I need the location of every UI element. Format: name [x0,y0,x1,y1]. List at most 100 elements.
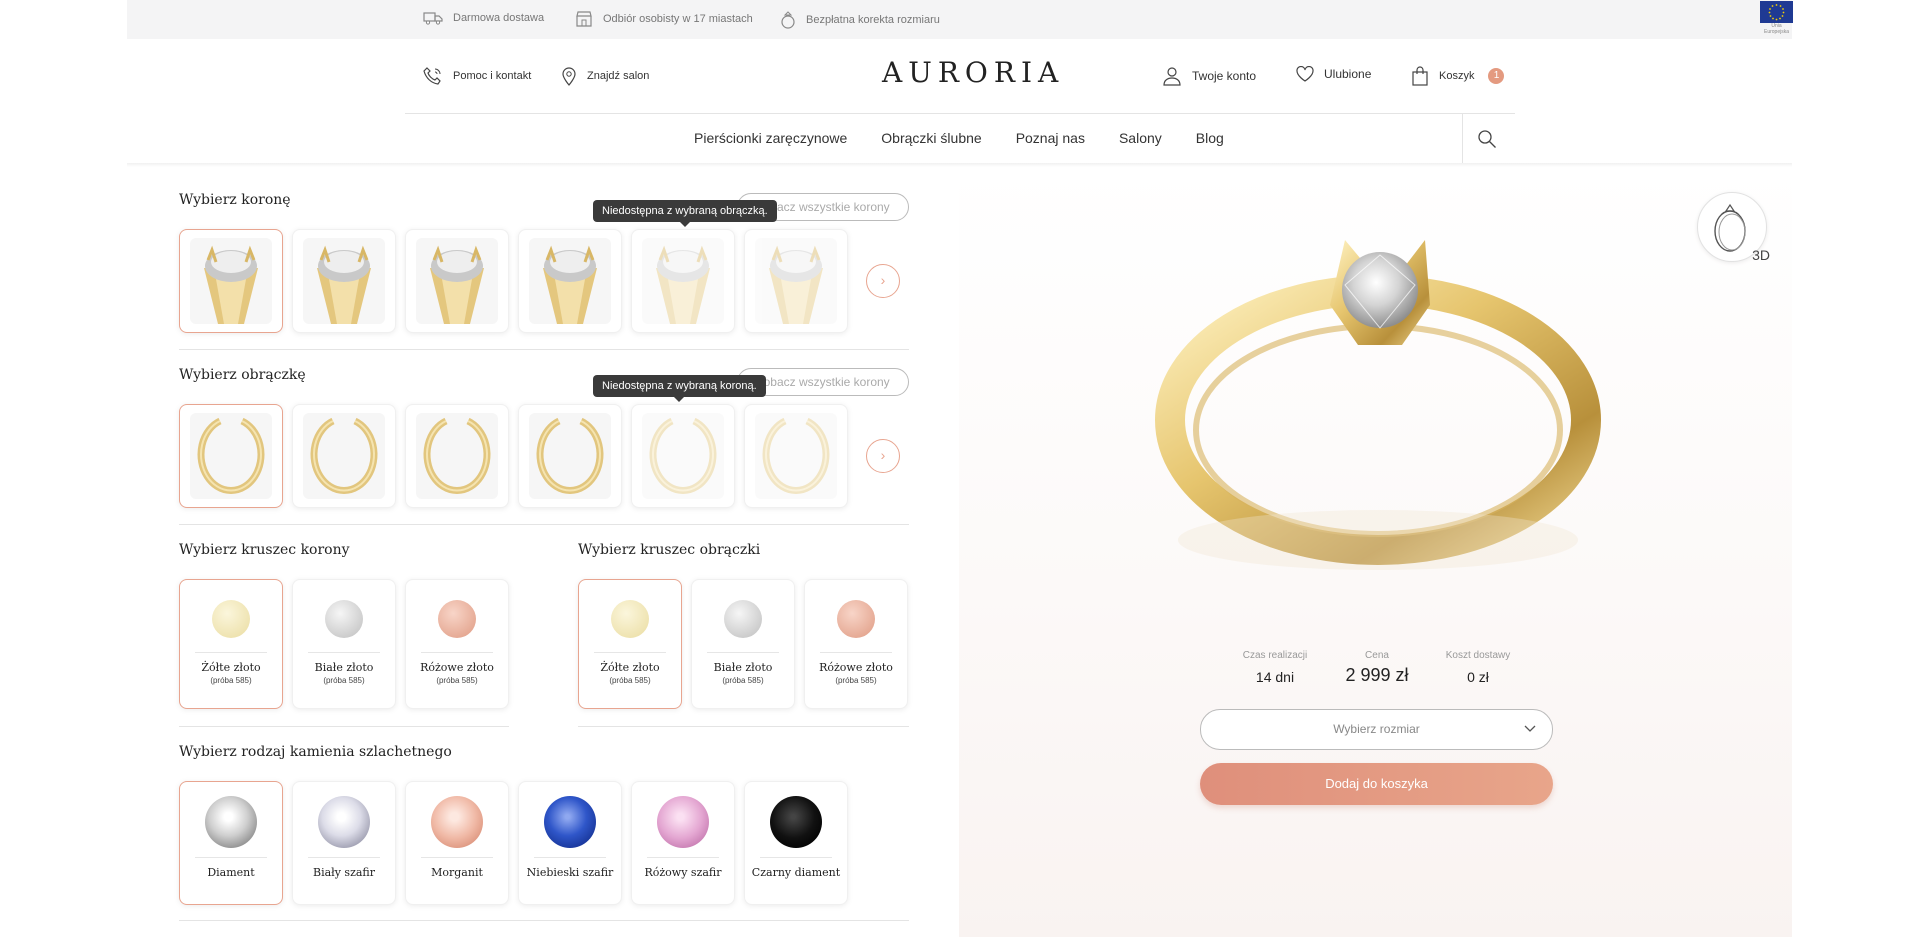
help-contact-link[interactable]: Pomoc i kontakt [423,66,531,86]
map-pin-icon [562,67,576,86]
card-divider [308,652,380,653]
metal-name: Różowe złoto [420,661,494,674]
metal-assay: (próba 585) [609,676,651,685]
metal-assay: (próba 585) [436,676,478,685]
store-icon [576,11,592,27]
crown-section-title: Wybierz koronę [179,192,291,208]
rose-gold-swatch [837,600,875,638]
band-metal-white-gold[interactable]: Białe złoto (próba 585) [691,579,795,709]
stone-diamond[interactable]: Diament [179,781,283,905]
price-label: Cena [1365,650,1389,661]
lead-time-label: Czas realizacji [1242,650,1308,661]
crown-option-1[interactable] [179,229,283,333]
band-next-button[interactable]: › [866,439,900,473]
nav-salons[interactable]: Salony [1119,130,1162,146]
chevron-down-icon [1524,710,1536,765]
nav-wedding-bands[interactable]: Obrączki ślubne [881,130,981,146]
stone-pink-sapphire[interactable]: Różowy szafir [631,781,735,905]
favorites-link[interactable]: Ulubione [1296,66,1371,82]
cart-link[interactable]: Koszyk 1 [1411,66,1505,86]
stone-white-sapphire[interactable]: Biały szafir [292,781,396,905]
crown-option-2[interactable] [292,229,396,333]
band-thumbnail [642,413,724,499]
rose-gold-swatch [438,600,476,638]
header-divider [405,113,1515,114]
crown-thumbnail [416,238,498,324]
shipping-cost: Koszt dostawy 0 zł [1440,650,1516,685]
ring-icon [781,11,795,29]
band-option-5[interactable] [631,404,735,508]
band-metal-title: Wybierz kruszec obrączki [578,542,761,558]
metal-name: Białe złoto [713,661,773,674]
band-thumbnail [755,413,837,499]
view-3d-button[interactable]: 3D [1697,192,1770,263]
band-option-2[interactable] [292,404,396,508]
band-ring-icon [197,417,265,494]
crown-next-button[interactable]: › [866,264,900,298]
band-section-title: Wybierz obrączkę [179,367,306,383]
crown-metal-yellow-gold[interactable]: Żółte złoto (próba 585) [179,579,283,709]
band-option-1[interactable] [179,404,283,508]
card-divider [421,857,493,858]
heart-icon [1296,66,1314,82]
shipping-cost-value: 0 zł [1467,669,1489,685]
eu-flag-icon [1760,1,1793,23]
band-metal-yellow-gold[interactable]: Żółte złoto (próba 585) [578,579,682,709]
metal-name: Różowe złoto [819,661,893,674]
crown-metal-rose-gold[interactable]: Różowe złoto (próba 585) [405,579,509,709]
search-button[interactable] [1477,129,1497,154]
crown-option-4[interactable] [518,229,622,333]
band-option-4[interactable] [518,404,622,508]
add-to-cart-button[interactable]: Dodaj do koszyka [1200,763,1553,805]
size-select[interactable]: Wybierz rozmiar [1200,709,1553,750]
band-metal-rose-gold[interactable]: Różowe złoto (próba 585) [804,579,908,709]
shipping-cost-label: Koszt dostawy [1445,650,1511,661]
white-sapphire-gem-icon [318,796,370,848]
crown-option-5[interactable] [631,229,735,333]
nav-engagement-rings[interactable]: Pierścionki zaręczynowe [694,130,847,146]
nav-blog[interactable]: Blog [1196,130,1224,146]
crown-thumbnail [642,238,724,324]
card-divider [760,857,832,858]
band-thumbnail [416,413,498,499]
crown-setting-icon [656,245,710,324]
price: Cena 2 999 zł [1335,650,1419,686]
topbar-shipping: Darmowa dostawa [423,11,544,25]
top-info-bar: Darmowa dostawa Odbiór osobisty w 17 mia… [127,0,1792,39]
stone-blue-sapphire[interactable]: Niebieski szafir [518,781,622,905]
eu-label: Unia Europejska [1763,23,1789,35]
metal-assay: (próba 585) [835,676,877,685]
crown-metal-white-gold[interactable]: Białe złoto (próba 585) [292,579,396,709]
card-divider [534,857,606,858]
band-option-3[interactable] [405,404,509,508]
user-icon [1163,67,1181,86]
topbar-resize-label: Bezpłatna korekta rozmiaru [806,14,940,26]
metal-assay: (próba 585) [722,676,764,685]
band-thumbnail [190,413,272,499]
pink-sapphire-gem-icon [657,796,709,848]
crown-metal-title: Wybierz kruszec korony [179,542,350,558]
nav-about-us[interactable]: Poznaj nas [1016,130,1085,146]
stone-black-diamond[interactable]: Czarny diament [744,781,848,905]
card-divider [594,652,666,653]
stone-morganite[interactable]: Morganit [405,781,509,905]
crown-tooltip: Niedostępna z wybraną obrączką. [593,200,777,227]
cart-count-badge: 1 [1488,68,1505,84]
cart-label: Koszyk [1439,70,1475,82]
search-divider [1462,113,1463,163]
card-divider [421,652,493,653]
find-salon-link[interactable]: Znajdź salon [561,66,649,86]
crown-option-3[interactable] [405,229,509,333]
search-icon [1478,130,1496,148]
crown-option-6[interactable] [744,229,848,333]
crown-setting-icon [543,245,597,324]
favorites-label: Ulubione [1324,67,1372,81]
band-option-6[interactable] [744,404,848,508]
view-3d-label: 3D [1752,247,1770,263]
account-link[interactable]: Twoje konto [1162,66,1256,86]
find-salon-label: Znajdź salon [587,70,650,82]
morganite-gem-icon [431,796,483,848]
eu-logo: Unia Europejska [1760,1,1793,38]
crown-metal-divider [179,726,509,727]
logo[interactable]: AURORIA [882,56,1064,89]
